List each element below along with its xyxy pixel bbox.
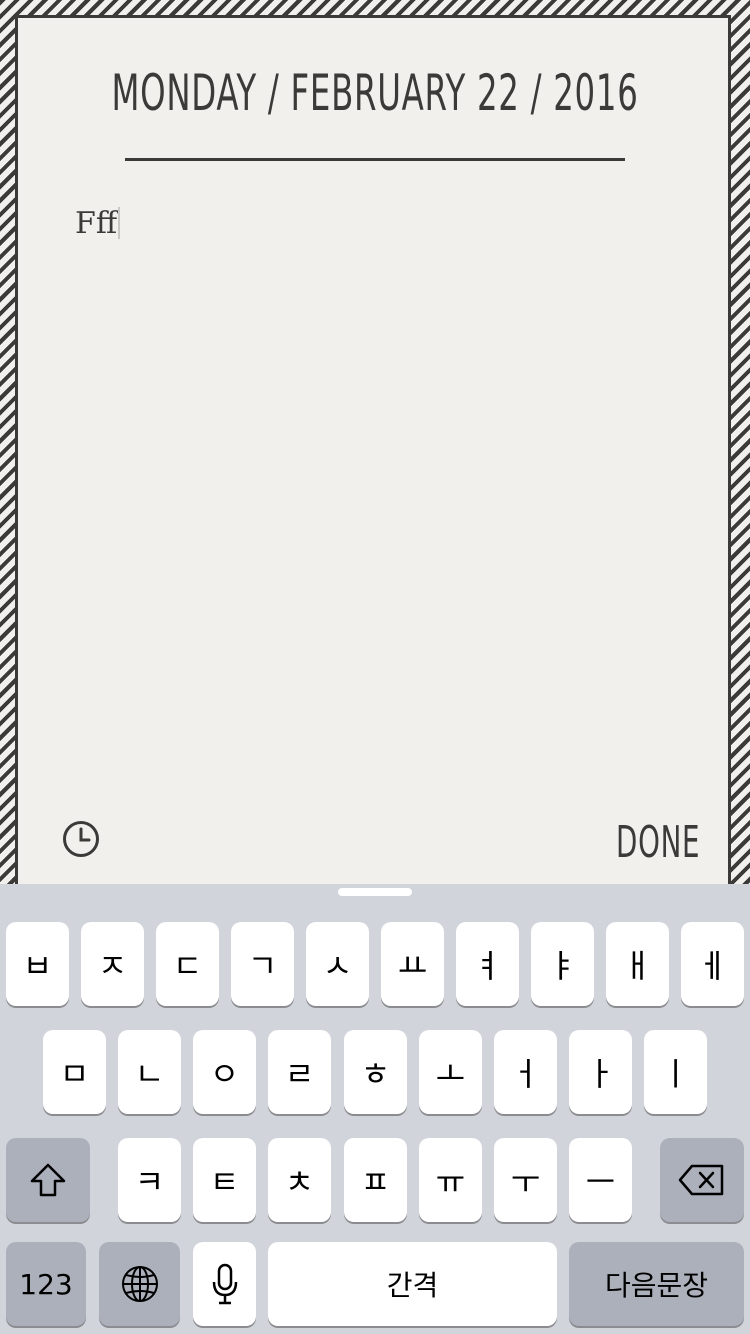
numbers-key[interactable]: 123 bbox=[6, 1242, 86, 1326]
key[interactable]: ㅠ bbox=[419, 1138, 482, 1222]
text-cursor bbox=[118, 207, 121, 239]
clock-icon[interactable] bbox=[62, 820, 100, 858]
globe-icon bbox=[121, 1266, 158, 1302]
key[interactable]: ㅍ bbox=[344, 1138, 407, 1222]
key[interactable]: ㅋ bbox=[118, 1138, 181, 1222]
key[interactable]: ㅎ bbox=[344, 1030, 407, 1114]
key[interactable]: ㅊ bbox=[268, 1138, 331, 1222]
key[interactable]: ㄱ bbox=[231, 922, 294, 1006]
key[interactable]: ㅔ bbox=[681, 922, 744, 1006]
done-button[interactable]: DONE bbox=[598, 816, 708, 868]
done-label: DONE bbox=[616, 816, 701, 868]
mic-icon bbox=[212, 1263, 237, 1305]
keyboard-grabber bbox=[338, 888, 412, 896]
key[interactable]: ㄴ bbox=[118, 1030, 181, 1114]
key[interactable]: ㅡ bbox=[569, 1138, 632, 1222]
key[interactable]: ㅈ bbox=[81, 922, 144, 1006]
delete-icon bbox=[678, 1164, 724, 1196]
key[interactable]: ㅌ bbox=[193, 1138, 256, 1222]
return-key[interactable]: 다음문장 bbox=[569, 1242, 744, 1326]
title-divider bbox=[125, 158, 625, 161]
globe-key[interactable] bbox=[99, 1242, 180, 1326]
key[interactable]: ㅛ bbox=[381, 922, 444, 1006]
key[interactable]: ㅜ bbox=[494, 1138, 557, 1222]
key[interactable]: ㅂ bbox=[6, 922, 69, 1006]
shift-key[interactable] bbox=[6, 1138, 90, 1222]
date-title: MONDAY / FEBRUARY 22 / 2016 bbox=[111, 64, 639, 122]
microphone-key[interactable] bbox=[193, 1242, 256, 1326]
key[interactable]: ㅅ bbox=[306, 922, 369, 1006]
key[interactable]: ㄷ bbox=[156, 922, 219, 1006]
space-key[interactable]: 간격 bbox=[268, 1242, 557, 1326]
key[interactable]: ㅏ bbox=[569, 1030, 632, 1114]
key[interactable]: ㅑ bbox=[531, 922, 594, 1006]
key[interactable]: ㅓ bbox=[494, 1030, 557, 1114]
note-editor[interactable]: Fff bbox=[75, 203, 121, 245]
key[interactable]: ㅐ bbox=[606, 922, 669, 1006]
key[interactable]: ㄹ bbox=[268, 1030, 331, 1114]
key[interactable]: ㅗ bbox=[419, 1030, 482, 1114]
key[interactable]: ㅁ bbox=[43, 1030, 106, 1114]
key[interactable]: ㅇ bbox=[193, 1030, 256, 1114]
key[interactable]: ㅕ bbox=[456, 922, 519, 1006]
delete-key[interactable] bbox=[660, 1138, 744, 1222]
shift-icon bbox=[30, 1163, 66, 1197]
note-paper bbox=[15, 15, 731, 915]
key[interactable]: ㅣ bbox=[644, 1030, 707, 1114]
note-text: Fff bbox=[75, 206, 118, 241]
